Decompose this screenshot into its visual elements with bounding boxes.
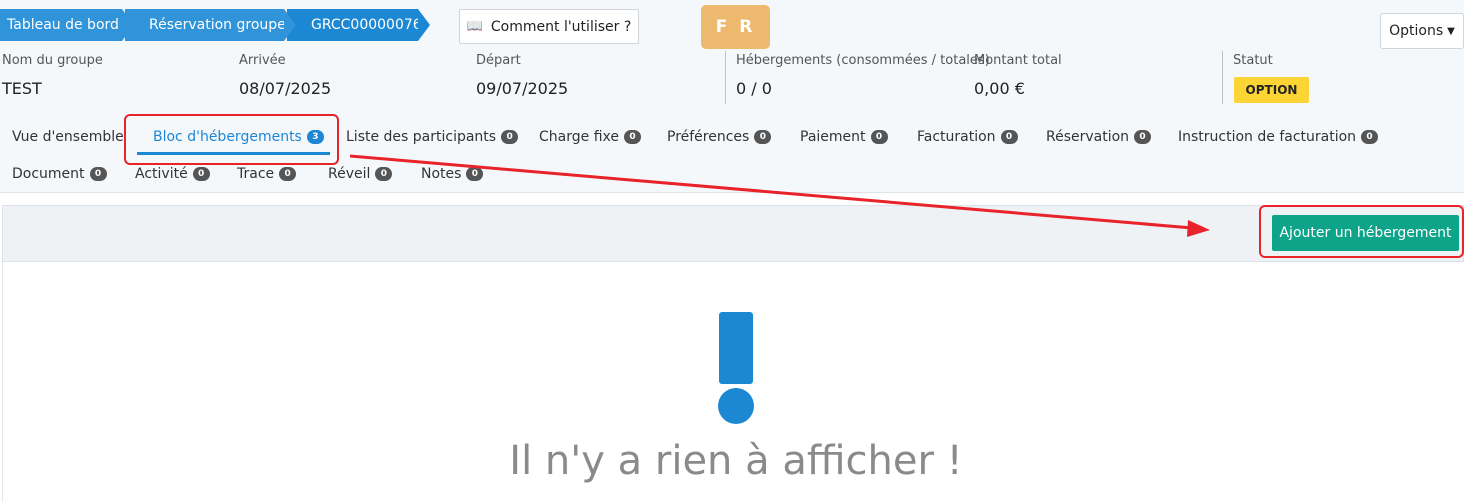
tab-count-badge: 0 bbox=[870, 130, 888, 144]
options-button[interactable]: Options ▼ bbox=[1380, 13, 1464, 49]
tab-label: Charge fixe bbox=[539, 129, 619, 145]
tab-label: Liste des participants bbox=[346, 129, 497, 145]
tab-activity[interactable]: Activité 0 bbox=[135, 166, 210, 182]
annotation-highlight-button bbox=[1259, 205, 1464, 258]
tab-document[interactable]: Document 0 bbox=[12, 166, 107, 182]
tab-overview[interactable]: Vue d'ensemble bbox=[12, 129, 124, 145]
tab-preferences[interactable]: Préférences 0 bbox=[667, 129, 772, 145]
accommodations-label: Hébergements (consommées / totales) bbox=[736, 53, 990, 68]
tab-label: Document bbox=[12, 166, 85, 182]
how-to-use-label: Comment l'utiliser ? bbox=[490, 18, 632, 35]
tab-label: Facturation bbox=[917, 129, 996, 145]
group-name-label: Nom du groupe bbox=[2, 53, 103, 68]
separator bbox=[1222, 51, 1223, 104]
tab-count-badge: 0 bbox=[754, 130, 772, 144]
arrival-value: 08/07/2025 bbox=[239, 79, 332, 98]
arrival-label: Arrivée bbox=[239, 53, 286, 68]
caret-down-icon: ▼ bbox=[1447, 25, 1455, 37]
language-badge[interactable]: F R bbox=[701, 5, 770, 49]
tab-label: Vue d'ensemble bbox=[12, 129, 124, 145]
tab-label: Paiement bbox=[800, 129, 866, 145]
tab-billing-instruction[interactable]: Instruction de facturation 0 bbox=[1178, 129, 1379, 145]
status-badge: OPTION bbox=[1234, 77, 1309, 103]
tab-invoicing[interactable]: Facturation 0 bbox=[917, 129, 1018, 145]
breadcrumb-group-reservation[interactable]: Réservation groupe bbox=[125, 9, 296, 41]
tab-trace[interactable]: Trace 0 bbox=[237, 166, 297, 182]
tab-reservation[interactable]: Réservation 0 bbox=[1046, 129, 1152, 145]
tab-count-badge: 0 bbox=[623, 130, 641, 144]
group-name-value: TEST bbox=[2, 79, 42, 98]
tab-count-badge: 0 bbox=[1134, 130, 1152, 144]
tab-label: Notes bbox=[421, 166, 462, 182]
content-toolbar bbox=[2, 205, 1464, 262]
status-label: Statut bbox=[1233, 53, 1273, 68]
tab-count-badge: 0 bbox=[501, 130, 519, 144]
book-icon: 📖 bbox=[466, 19, 483, 34]
tab-count-badge: 0 bbox=[1000, 130, 1018, 144]
departure-label: Départ bbox=[476, 53, 521, 68]
tab-payment[interactable]: Paiement 0 bbox=[800, 129, 888, 145]
tab-notes[interactable]: Notes 0 bbox=[421, 166, 484, 182]
tab-count-badge: 0 bbox=[375, 167, 393, 181]
tab-wake-up[interactable]: Réveil 0 bbox=[328, 166, 393, 182]
tab-participants[interactable]: Liste des participants 0 bbox=[346, 129, 519, 145]
empty-state-title: Il n'y a rien à afficher ! bbox=[509, 438, 963, 484]
options-label: Options bbox=[1389, 23, 1444, 39]
exclamation-icon bbox=[718, 312, 754, 424]
departure-value: 09/07/2025 bbox=[476, 79, 569, 98]
tab-count-badge: 0 bbox=[192, 167, 210, 181]
total-amount-value: 0,00 € bbox=[974, 79, 1025, 98]
separator bbox=[725, 51, 726, 104]
tab-label: Activité bbox=[135, 166, 188, 182]
how-to-use-button[interactable]: 📖 Comment l'utiliser ? bbox=[459, 9, 639, 44]
tab-count-badge: 0 bbox=[1361, 130, 1379, 144]
breadcrumb-dashboard[interactable]: Tableau de bord bbox=[0, 9, 134, 41]
tab-label: Trace bbox=[237, 166, 275, 182]
tab-label: Préférences bbox=[667, 129, 750, 145]
tab-label: Réveil bbox=[328, 166, 371, 182]
tab-count-badge: 0 bbox=[466, 167, 484, 181]
accommodations-value: 0 / 0 bbox=[736, 79, 772, 98]
tab-fixed-charge[interactable]: Charge fixe 0 bbox=[539, 129, 641, 145]
breadcrumb: Tableau de bord Réservation groupe GRCC0… bbox=[0, 9, 430, 41]
tab-count-badge: 0 bbox=[279, 167, 297, 181]
tab-label: Réservation bbox=[1046, 129, 1130, 145]
tab-count-badge: 0 bbox=[89, 167, 107, 181]
breadcrumb-current-reservation[interactable]: GRCC00000076 bbox=[287, 9, 430, 41]
annotation-highlight-tab bbox=[124, 114, 339, 165]
total-amount-label: Montant total bbox=[974, 53, 1062, 68]
tab-label: Instruction de facturation bbox=[1178, 129, 1357, 145]
